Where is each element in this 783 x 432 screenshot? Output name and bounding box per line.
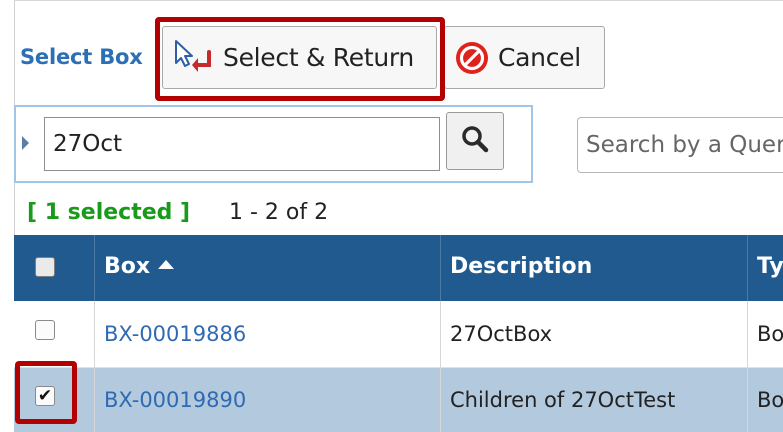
column-header-type[interactable]: Type xyxy=(757,254,783,279)
cancel-label: Cancel xyxy=(498,43,581,72)
type-cell: Box xyxy=(757,322,783,346)
selected-count: [ 1 selected ] xyxy=(27,200,191,225)
description-cell: Children of 27OctTest xyxy=(450,388,676,412)
select-all-checkbox[interactable] xyxy=(35,257,55,277)
highlight-select-return xyxy=(155,17,445,101)
search-icon xyxy=(460,124,490,158)
column-header-box-label: Box xyxy=(104,254,151,279)
grid-column-divider xyxy=(440,301,441,432)
box-link[interactable]: BX-00019890 xyxy=(104,388,246,412)
row-checkbox[interactable] xyxy=(35,320,55,340)
paging-info: 1 - 2 of 2 xyxy=(229,200,329,225)
frame-border-top xyxy=(14,0,783,1)
toolbar-title: Select Box xyxy=(20,45,143,69)
cancel-icon xyxy=(454,40,490,76)
caret-right-icon[interactable] xyxy=(22,136,29,150)
column-header-description[interactable]: Description xyxy=(450,254,592,279)
column-header-box[interactable]: Box xyxy=(104,254,175,279)
grid-column-divider xyxy=(94,301,95,432)
grid-header-divider xyxy=(747,235,748,301)
query-search-input[interactable] xyxy=(577,117,783,173)
highlight-row-checkbox xyxy=(15,361,77,424)
sort-ascending-icon xyxy=(158,260,175,269)
filter-input[interactable] xyxy=(44,117,440,171)
grid-header-divider xyxy=(94,235,95,301)
grid-column-divider xyxy=(747,301,748,432)
type-cell: Box xyxy=(757,388,783,412)
box-link[interactable]: BX-00019886 xyxy=(104,322,246,346)
search-button[interactable] xyxy=(446,112,504,170)
grid-header-divider xyxy=(440,235,441,301)
cancel-button[interactable]: Cancel xyxy=(444,26,605,89)
description-cell: 27OctBox xyxy=(450,322,553,346)
